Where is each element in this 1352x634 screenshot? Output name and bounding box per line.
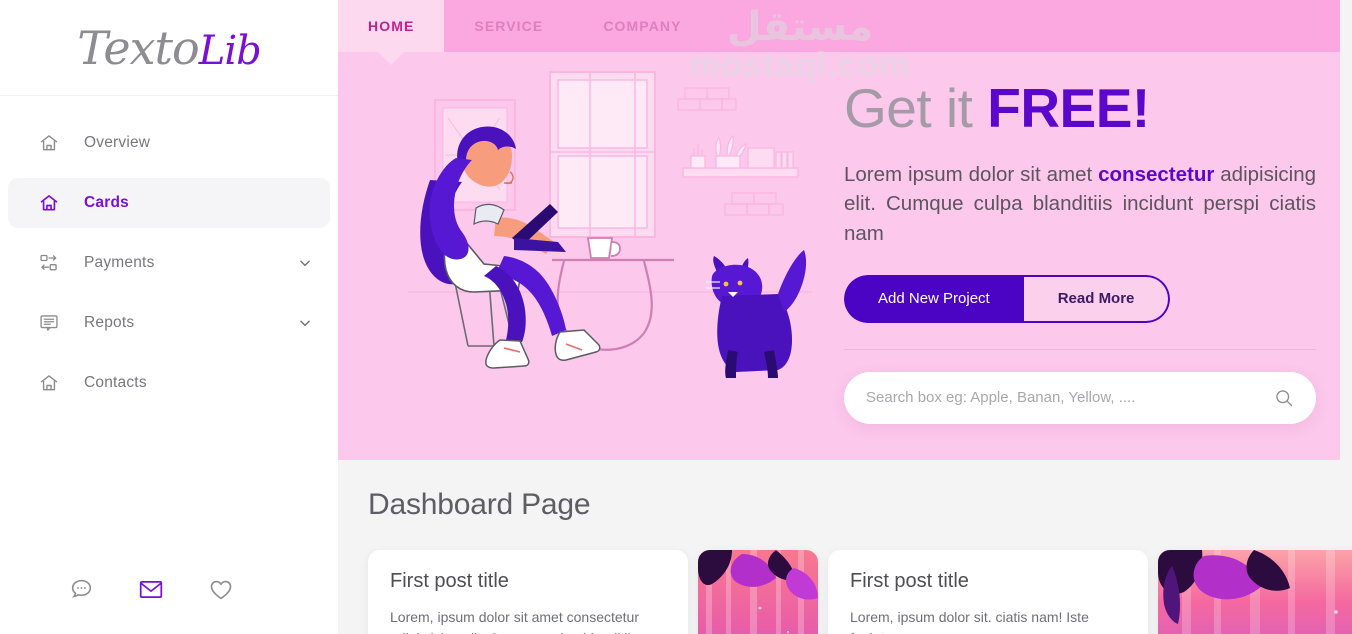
search-box[interactable] [844, 371, 1316, 424]
sidebar: TextoLib Overview Cards Payments Repots … [0, 0, 338, 634]
sidebar-item-repots[interactable]: Repots [8, 298, 330, 348]
lede-highlight: consectetur [1098, 162, 1215, 186]
card-body-text: Lorem, ipsum dolor sit. ciatis nam! Iste… [850, 609, 1089, 634]
logo-secondary: Lib [198, 27, 262, 74]
dashboard-section: Dashboard Page First post title Lorem, i… [338, 7, 1352, 634]
sidebar-item-label: Payments [84, 254, 155, 271]
sidebar-item-label: Cards [84, 194, 129, 211]
sidebar-item-label: Overview [84, 134, 151, 151]
tab-label: SERVICE [474, 18, 544, 34]
chevron-down-icon[interactable] [298, 256, 312, 270]
sidebar-item-label: Contacts [84, 374, 147, 391]
sidebar-item-contacts[interactable]: Contacts [8, 358, 330, 408]
post-card[interactable]: First post title Lorem, ipsum dolor sit … [368, 550, 688, 634]
chat-bubble-icon[interactable] [68, 576, 94, 602]
sidebar-nav: Overview Cards Payments Repots Contacts [0, 96, 338, 544]
hero-paragraph: Lorem ipsum dolor sit amet consectetur a… [844, 160, 1316, 249]
main-content: HOME SERVICE COMPANY Get it FREE! Lorem … [338, 0, 1352, 634]
card-body-text: Lorem, ipsum dolor sit amet consectetur … [390, 609, 639, 634]
hero-section: HOME SERVICE COMPANY Get it FREE! Lorem … [338, 0, 1340, 460]
heart-icon[interactable] [208, 576, 234, 602]
button-label: Read More [1057, 290, 1135, 308]
search-icon[interactable] [1274, 388, 1294, 408]
card-list: First post title Lorem, ipsum dolor sit … [368, 550, 1352, 634]
sidebar-footer [0, 544, 338, 634]
hero-illustration [338, 52, 844, 460]
tab-label: HOME [368, 18, 415, 34]
sidebar-item-cards[interactable]: Cards [8, 178, 330, 228]
page-title: Dashboard Page [368, 488, 591, 521]
post-card[interactable]: First post title Lorem, ipsum dolor sit.… [828, 550, 1148, 634]
chevron-down-icon[interactable] [298, 316, 312, 330]
message-icon [38, 312, 60, 334]
logo-primary: Texto [77, 20, 199, 75]
home-icon [38, 132, 60, 154]
hero-divider [844, 348, 1316, 350]
sidebar-item-payments[interactable]: Payments [8, 238, 330, 288]
card-title: First post title [390, 570, 509, 592]
mail-icon[interactable] [138, 576, 164, 602]
button-label: Add New Project [878, 290, 990, 308]
post-image-card[interactable] [1158, 550, 1352, 634]
hero-body: Get it FREE! Lorem ipsum dolor sit amet … [338, 52, 1340, 460]
lede-before: Lorem ipsum dolor sit amet [844, 162, 1099, 186]
jungle-illustration [698, 550, 818, 634]
search-input[interactable] [866, 389, 1274, 407]
tab-label: COMPANY [603, 18, 682, 34]
top-navigation: HOME SERVICE COMPANY [338, 0, 1340, 52]
jungle-illustration-wide [1158, 550, 1352, 634]
home-icon [38, 372, 60, 394]
hero-text-column: Get it FREE! Lorem ipsum dolor sit amet … [844, 52, 1352, 460]
headline-bold: FREE! [987, 77, 1150, 139]
tab-company[interactable]: COMPANY [573, 0, 711, 52]
tab-home[interactable]: HOME [338, 0, 445, 52]
app-root: TextoLib Overview Cards Payments Repots … [0, 0, 1352, 634]
hero-headline: Get it FREE! [844, 77, 1316, 139]
sidebar-item-label: Repots [84, 314, 135, 331]
read-more-button[interactable]: Read More [1023, 274, 1171, 323]
post-image-card[interactable] [698, 550, 818, 634]
home-icon [38, 192, 60, 214]
transfer-icon [38, 252, 60, 274]
woman-with-laptop-illustration [408, 71, 812, 378]
hero-button-group: Add New Project Read More [844, 274, 1171, 323]
logo[interactable]: TextoLib [0, 0, 338, 96]
add-new-project-button[interactable]: Add New Project [844, 274, 1024, 323]
tab-service[interactable]: SERVICE [444, 0, 573, 52]
card-title: First post title [850, 570, 969, 592]
headline-thin: Get it [844, 77, 988, 139]
sidebar-item-overview[interactable]: Overview [8, 118, 330, 168]
